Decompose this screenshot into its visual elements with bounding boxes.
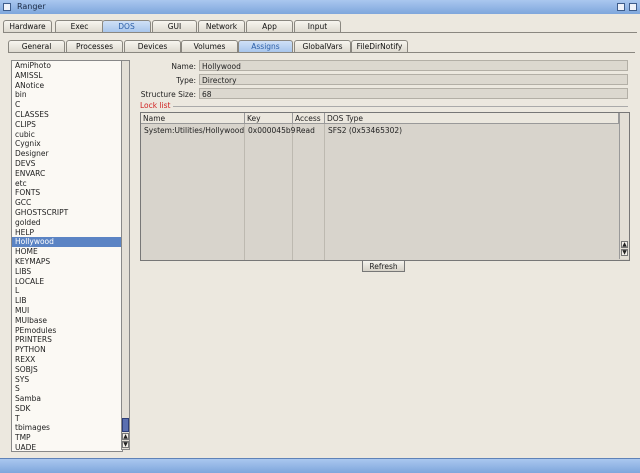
column-header-dos-type[interactable]: DOS Type <box>325 113 619 124</box>
tab-app[interactable]: App <box>246 20 293 32</box>
assign-list-item[interactable]: AMISSL <box>12 71 122 81</box>
column-divider <box>324 124 325 260</box>
assign-list-item[interactable]: ANotice <box>12 81 122 91</box>
assign-list-item[interactable]: tbimages <box>12 423 122 433</box>
column-divider <box>244 124 245 260</box>
assign-list-item[interactable]: T <box>12 414 122 424</box>
assign-list-item[interactable]: Hollywood <box>12 237 122 248</box>
assign-list-item[interactable]: GCC <box>12 198 122 208</box>
tab-devices[interactable]: Devices <box>124 40 181 52</box>
close-icon[interactable] <box>3 3 11 11</box>
assign-list-item[interactable]: CLIPS <box>12 120 122 130</box>
structure-size-value: 68 <box>199 88 628 99</box>
assign-list-scrollbar[interactable]: ▲ ▼ <box>121 60 130 450</box>
tab-gui[interactable]: GUI <box>152 20 197 32</box>
tab-assigns[interactable]: Assigns <box>238 40 293 52</box>
type-label: Type: <box>176 76 196 85</box>
lock-list-table[interactable]: Name Key Access DOS Type System:Utilitie… <box>140 112 630 261</box>
column-header-access[interactable]: Access <box>293 113 325 124</box>
type-value: Directory <box>199 74 628 85</box>
assign-list-item[interactable]: KEYMAPS <box>12 257 122 267</box>
cell-dos-type: SFS2 (0x53465302) <box>328 126 403 135</box>
assign-list-item[interactable]: HELP <box>12 228 122 238</box>
window-titlebar[interactable]: Ranger <box>0 0 640 15</box>
assign-list-item[interactable]: S <box>12 384 122 394</box>
window-bottom-border <box>0 458 640 473</box>
lock-list-frame-line <box>170 106 628 107</box>
assign-list-item[interactable]: AmiPhoto <box>12 61 122 71</box>
assign-list-item[interactable]: TMP <box>12 433 122 443</box>
name-value: Hollywood <box>199 60 628 71</box>
lock-list-scrollbar[interactable]: ▲ ▼ <box>619 113 629 259</box>
assign-list-item[interactable]: UADE <box>12 443 122 451</box>
assign-list-item[interactable]: Designer <box>12 149 122 159</box>
cell-access: Read <box>296 126 315 135</box>
tab-dos[interactable]: DOS <box>102 20 151 32</box>
name-label: Name: <box>171 62 196 71</box>
depth-icon[interactable] <box>617 3 625 11</box>
cell-name: System:Utilities/Hollywood <box>144 126 245 135</box>
structure-size-label: Structure Size: <box>140 90 196 99</box>
assign-list-item[interactable]: GHOSTSCRIPT <box>12 208 122 218</box>
assign-list-item[interactable]: REXX <box>12 355 122 365</box>
assign-list-item[interactable]: LIB <box>12 296 122 306</box>
column-divider <box>292 124 293 260</box>
assign-list-item[interactable]: C <box>12 100 122 110</box>
tab-globalvars[interactable]: GlobalVars <box>294 40 351 52</box>
assign-list-item[interactable]: MUIbase <box>12 316 122 326</box>
tab-divider <box>3 32 637 33</box>
cell-key: 0x000045b9 <box>248 126 296 135</box>
column-header-name[interactable]: Name <box>141 113 245 124</box>
assign-list-item[interactable]: golded <box>12 218 122 228</box>
assign-list[interactable]: AmiPhoto AMISSL ANotice bin C CLASSES CLIPS cub… <box>11 60 123 452</box>
assign-list-item[interactable]: Cygnix <box>12 139 122 149</box>
assign-list-item[interactable]: SYS <box>12 375 122 385</box>
assign-list-item[interactable]: PEmodules <box>12 326 122 336</box>
tab-network[interactable]: Network <box>198 20 245 32</box>
assign-list-item[interactable]: bin <box>12 90 122 100</box>
tab-hardware[interactable]: Hardware <box>3 20 52 32</box>
table-row[interactable]: System:Utilities/Hollywood 0x000045b9 Re… <box>141 124 619 136</box>
tab-exec[interactable]: Exec <box>55 20 104 32</box>
scroll-down-icon[interactable]: ▼ <box>621 249 628 256</box>
assign-list-item[interactable]: FONTS <box>12 188 122 198</box>
assign-list-item[interactable]: HOME <box>12 247 122 257</box>
assign-list-item[interactable]: L <box>12 286 122 296</box>
assign-list-item[interactable]: LIBS <box>12 267 122 277</box>
scroll-down-icon[interactable]: ▼ <box>122 441 129 448</box>
assign-list-item[interactable]: ENVARC <box>12 169 122 179</box>
assign-list-item[interactable]: DEVS <box>12 159 122 169</box>
assign-list-item[interactable]: cubic <box>12 130 122 140</box>
assign-list-item[interactable]: MUI <box>12 306 122 316</box>
assign-list-item[interactable]: CLASSES <box>12 110 122 120</box>
assign-list-item[interactable]: Samba <box>12 394 122 404</box>
scroll-up-icon[interactable]: ▲ <box>122 433 129 440</box>
refresh-button[interactable]: Refresh <box>362 260 405 272</box>
assign-list-item[interactable]: PYTHON <box>12 345 122 355</box>
tab-filedirnotify[interactable]: FileDirNotify <box>351 40 408 52</box>
assign-list-item[interactable]: LOCALE <box>12 277 122 287</box>
assign-list-item[interactable]: SOBJS <box>12 365 122 375</box>
lock-list-legend: Lock list <box>140 101 173 110</box>
assign-list-item[interactable]: etc <box>12 179 122 189</box>
tab-input[interactable]: Input <box>294 20 341 32</box>
tab-volumes[interactable]: Volumes <box>181 40 238 52</box>
window-title: Ranger <box>17 2 46 11</box>
zoom-icon[interactable] <box>629 3 637 11</box>
tab-processes[interactable]: Processes <box>66 40 123 52</box>
scroll-up-icon[interactable]: ▲ <box>621 241 628 248</box>
assign-list-item[interactable]: SDK <box>12 404 122 414</box>
tab-general[interactable]: General <box>8 40 65 52</box>
column-header-key[interactable]: Key <box>245 113 293 124</box>
scrollbar-thumb[interactable] <box>122 418 129 432</box>
assign-list-item[interactable]: PRINTERS <box>12 335 122 345</box>
subtab-divider <box>8 52 635 53</box>
